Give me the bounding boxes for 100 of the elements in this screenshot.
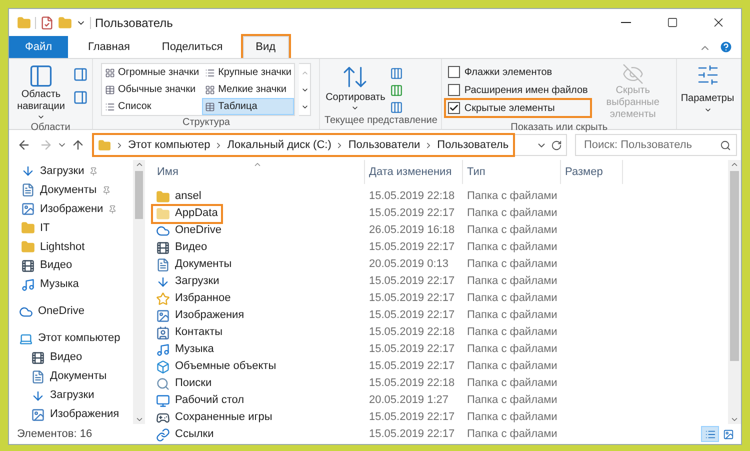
- checkbox-option[interactable]: Расширения имен файлов: [446, 82, 590, 98]
- file-name-cell[interactable]: Загрузки: [153, 274, 365, 290]
- navigation-pane-icon: [28, 63, 54, 89]
- file-name-cell[interactable]: Избранное: [153, 290, 365, 306]
- search-field[interactable]: Поиск: Пользователь: [575, 134, 737, 156]
- music-note-icon: [21, 278, 35, 292]
- down-arrow-icon: [31, 388, 45, 403]
- minimize-icon: [621, 22, 631, 23]
- type-cell-text: Папка с файлами: [466, 274, 558, 290]
- computer-icon: [19, 332, 33, 346]
- column-header[interactable]: Размер: [561, 160, 623, 184]
- window-title: Пользователь: [95, 14, 173, 32]
- add-columns-icon[interactable]: [390, 84, 404, 97]
- file-name-cell[interactable]: OneDrive: [153, 222, 365, 238]
- options-button[interactable]: Параметры: [680, 63, 734, 114]
- navigation-item[interactable]: OneDrive: [19, 302, 133, 322]
- contact-card-icon: [156, 326, 170, 340]
- breadcrumb-item[interactable]: Пользователи: [348, 136, 420, 154]
- sort-button[interactable]: Сортировать: [324, 63, 386, 112]
- ribbon-tab[interactable]: Вид: [242, 36, 289, 58]
- monitor-icon: [156, 394, 170, 408]
- breadcrumb-item[interactable]: Этот компьютер: [128, 136, 210, 154]
- up-icon[interactable]: [71, 138, 85, 152]
- file-name-cell[interactable]: ansel: [153, 188, 365, 204]
- preview-pane-icon[interactable]: [73, 67, 88, 82]
- search-icon: [156, 376, 170, 390]
- group-label: Текущее представление: [324, 114, 438, 128]
- file-name-cell[interactable]: Контакты: [153, 324, 365, 340]
- quick-access-item[interactable]: Изображени: [21, 200, 133, 219]
- breadcrumb-item[interactable]: Локальный диск (C:): [227, 136, 332, 154]
- separator-icon[interactable]: [115, 140, 124, 150]
- cloud-icon: [19, 304, 33, 319]
- star-icon: [156, 292, 170, 306]
- image-icon: [722, 428, 734, 440]
- checkbox-option[interactable]: Скрытые элементы: [446, 100, 590, 116]
- ribbon-tab[interactable]: Главная: [76, 36, 142, 58]
- date-cell-text: 15.05.2019 22:17: [368, 291, 456, 306]
- file-name-cell[interactable]: Сохраненные игры: [153, 410, 365, 426]
- navigation-item[interactable]: Видео: [19, 348, 133, 368]
- checkbox[interactable]: [448, 102, 460, 114]
- back-icon[interactable]: [17, 138, 31, 152]
- file-name-cell[interactable]: Объемные объекты: [153, 358, 365, 374]
- scrollbar-thumb[interactable]: [135, 171, 143, 219]
- layout-option[interactable]: Крупные значки: [202, 64, 294, 81]
- type-cell-text: Папка с файлами: [466, 189, 558, 204]
- help-icon[interactable]: [719, 40, 733, 54]
- file-name-cell[interactable]: Музыка: [153, 342, 365, 358]
- quick-access-item[interactable]: IT: [21, 218, 133, 238]
- scroll-up-icon[interactable]: [134, 160, 144, 169]
- navigation-pane-button[interactable]: Область навигации: [13, 63, 69, 121]
- film-icon: [31, 350, 45, 365]
- details-pane-icon[interactable]: [73, 90, 88, 105]
- date-cell-text: 15.05.2019 22:17: [368, 427, 456, 442]
- quick-access-item[interactable]: Lightshot: [21, 237, 133, 256]
- checkbox-option[interactable]: Флажки элементов: [446, 64, 590, 80]
- document-icon: [21, 183, 35, 198]
- navigation-item[interactable]: Документы: [19, 367, 133, 386]
- navigation-item[interactable]: Этот компьютер: [19, 329, 133, 348]
- date-cell-text: 15.05.2019 22:17: [368, 240, 456, 256]
- navigation-item[interactable]: Изображения: [19, 405, 133, 424]
- file-name-cell[interactable]: Рабочий стол: [153, 392, 365, 408]
- checkbox[interactable]: [448, 66, 460, 78]
- quick-access-item[interactable]: Документы: [21, 180, 133, 200]
- date-cell-text: 20.05.2019 1:27: [368, 393, 450, 408]
- scroll-up-icon[interactable]: [730, 160, 739, 169]
- layout-option[interactable]: Таблица: [202, 98, 294, 115]
- refresh-icon[interactable]: [551, 140, 562, 150]
- image-icon: [156, 308, 170, 322]
- file-menu-tab[interactable]: Файл: [9, 36, 68, 58]
- file-name-cell[interactable]: Поиски: [153, 376, 365, 392]
- file-name-cell[interactable]: AppData: [153, 206, 365, 222]
- file-name-cell[interactable]: Видео: [153, 240, 365, 256]
- column-header[interactable]: Тип: [463, 160, 561, 184]
- checkbox[interactable]: [448, 84, 460, 96]
- date-cell-text: 15.05.2019 22:17: [368, 359, 456, 374]
- hidden-eye-icon: [622, 63, 644, 85]
- navigation-item[interactable]: Загрузки: [19, 386, 133, 406]
- quick-access-item[interactable]: Музыка: [21, 275, 133, 294]
- file-name-cell[interactable]: Ссылки: [153, 426, 365, 442]
- type-cell-text: Папка с файлами: [466, 342, 558, 358]
- ribbon-tab[interactable]: Поделиться: [150, 36, 235, 58]
- sidebar-scrollbar[interactable]: [133, 160, 145, 424]
- grid-icon: [205, 84, 216, 94]
- column-header[interactable]: Дата изменения: [365, 160, 463, 184]
- quick-access-item[interactable]: Загрузки: [21, 162, 133, 181]
- details-view-button[interactable]: [701, 426, 719, 442]
- breadcrumb-item[interactable]: Пользователь: [437, 136, 509, 154]
- address-field[interactable]: Этот компьютер Локальный диск (C:) Пользователи Пользователь: [93, 134, 567, 156]
- layout-option[interactable]: Огромные значки: [102, 64, 202, 81]
- scrollbar-thumb[interactable]: [730, 171, 739, 361]
- caret-icon: [704, 106, 712, 114]
- quick-access-item[interactable]: Видео: [21, 256, 133, 276]
- column-header[interactable]: Имя: [153, 160, 365, 184]
- type-cell-text: Папка с файлами: [466, 393, 558, 408]
- layout-option[interactable]: Обычные значки: [102, 81, 202, 98]
- list-scrollbar[interactable]: [728, 160, 741, 424]
- layout-option[interactable]: Мелкие значки: [202, 81, 294, 98]
- layout-option[interactable]: Список: [102, 98, 202, 115]
- file-name-cell[interactable]: Документы: [153, 256, 365, 272]
- file-name-cell[interactable]: Изображения: [153, 308, 365, 324]
